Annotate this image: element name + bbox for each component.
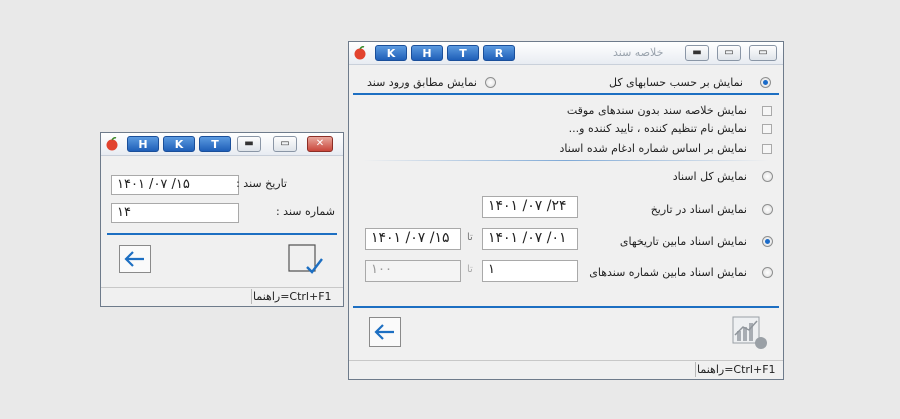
back-button[interactable] [119,245,151,273]
confirm-check-icon [288,244,323,274]
title-button-h[interactable]: H [127,136,159,152]
document-number-label: شماره سند : [275,205,335,218]
restore-icon: ▭ [758,47,768,58]
separator-middle [363,160,769,161]
separator-bottom [353,306,779,308]
status-divider [251,289,252,304]
report-button[interactable] [731,315,769,349]
maximize-icon: ▭ [724,47,734,58]
help-shortcut-text: راهنما=Ctrl+F1 [697,363,776,376]
radio-between-dates[interactable] [762,236,773,247]
check-merged-numbers[interactable] [762,144,772,154]
minimize-icon: ▬ [692,47,702,58]
minimize-button[interactable]: ▬ [237,136,261,152]
back-arrow-icon [124,251,144,267]
to-date-field[interactable]: ۱۴۰۱ /۰۷ /۱۵ [365,228,461,250]
app-icon [354,46,366,60]
back-arrow-icon [374,324,394,340]
close-icon: ✕ [315,138,325,149]
to-label-number: تا [467,264,473,275]
radio-by-accounts[interactable] [760,77,771,88]
status-divider [695,362,696,377]
radio-in-date[interactable] [762,204,773,215]
check-merged-label: نمایش بر اساس شماره ادغام شده اسناد [559,142,748,155]
confirm-button[interactable] [287,243,323,275]
radio-all-documents[interactable] [762,171,773,182]
chart-report-icon [732,316,767,349]
separator-top [353,93,779,95]
back-button[interactable] [369,317,401,347]
check-names-label: نمایش نام تنظیم کننده ، تایید کننده و... [568,122,747,135]
maximize-icon: ▭ [280,138,290,149]
title-button-t[interactable]: T [447,45,479,61]
document-summary-window: K H T R خلاصه سند ▬ ▭ ▭ نمایش بر حسب حسا… [348,41,784,380]
check-summary-label: نمایش خلاصه سند بدون سندهای موقت [566,104,747,117]
restore-button[interactable]: ▭ [749,45,777,61]
to-label-date: تا [467,232,473,243]
check-show-names[interactable] [762,124,772,134]
document-date-label: تاریخ سند : [236,177,287,190]
from-number-field[interactable]: ۱ [482,260,578,282]
radio-in-date-label: نمایش اسناد در تاریخ [650,203,747,216]
radio-by-accounts-label: نمایش بر حسب حسابهای کل [608,76,743,89]
maximize-button[interactable]: ▭ [717,45,741,61]
radio-by-entry-label: نمایش مطابق ورود سند [367,76,477,89]
radio-between-numbers-label: نمایش اسناد مابین شماره سندهای [589,266,747,279]
title-button-t[interactable]: T [199,136,231,152]
minimize-button[interactable]: ▬ [685,45,709,61]
close-button[interactable]: ✕ [307,136,333,152]
radio-by-entry[interactable] [485,77,496,88]
help-shortcut-text: راهنما=Ctrl+F1 [253,290,332,303]
minimize-icon: ▬ [244,138,254,149]
date-dialog-window: H K T ▬ ▭ ✕ ۱۴۰۱ /۰۷ /۱۵ تاریخ سند : ۱۴ … [100,132,344,307]
radio-all-label: نمایش کل اسناد [672,170,747,183]
window-title: خلاصه سند [613,46,664,59]
status-bar: راهنما=Ctrl+F1 [349,360,783,379]
title-button-r[interactable]: R [483,45,515,61]
from-date-field[interactable]: ۱۴۰۱ /۰۷ /۰۱ [482,228,578,250]
check-summary-without-temp[interactable] [762,106,772,116]
separator [107,233,337,235]
app-icon [106,137,118,151]
title-button-k[interactable]: K [375,45,407,61]
title-bar: K H T R خلاصه سند ▬ ▭ ▭ [349,42,783,65]
maximize-button[interactable]: ▭ [273,136,297,152]
radio-between-numbers[interactable] [762,267,773,278]
document-date-field[interactable]: ۱۴۰۱ /۰۷ /۱۵ [111,175,239,195]
radio-between-dates-label: نمایش اسناد مابین تاریخهای [619,235,747,248]
status-bar: راهنما=Ctrl+F1 [101,287,343,306]
document-number-field[interactable]: ۱۴ [111,203,239,223]
title-button-k[interactable]: K [163,136,195,152]
to-number-field[interactable]: ۱۰۰ [365,260,461,282]
in-date-field[interactable]: ۱۴۰۱ /۰۷ /۲۴ [482,196,578,218]
title-bar: H K T ▬ ▭ ✕ [101,133,343,156]
title-button-h[interactable]: H [411,45,443,61]
